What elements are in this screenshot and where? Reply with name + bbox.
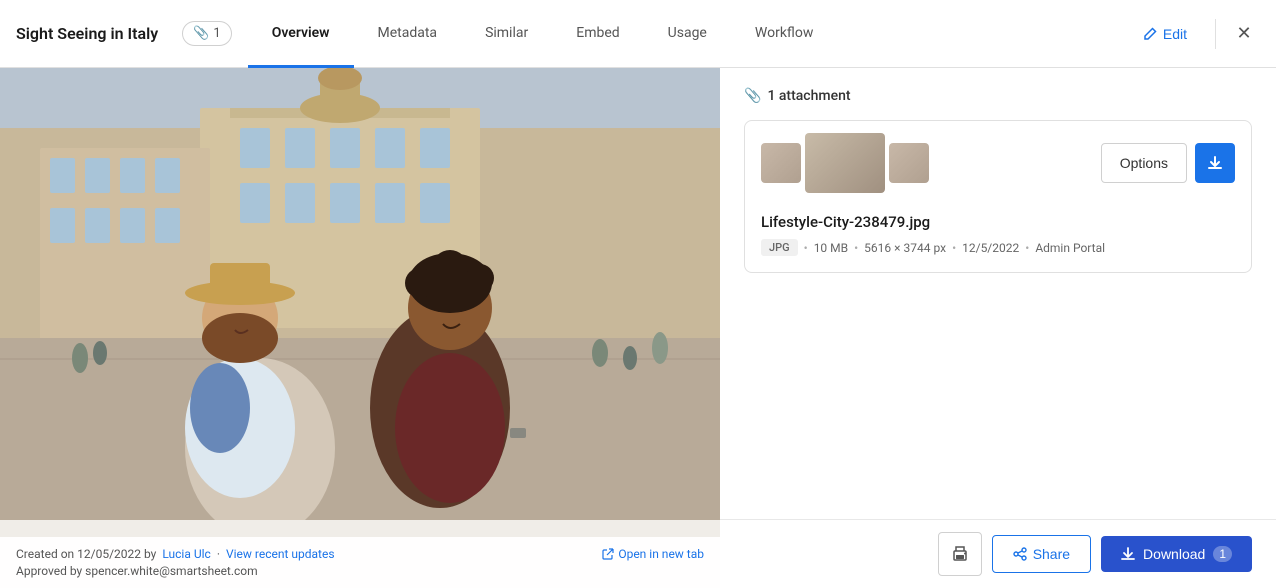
main-content: Created on 12/05/2022 by Lucia Ulc · Vie… [0,68,1276,588]
download-count: 1 [1213,546,1232,562]
attachment-icon: 📎 [744,88,761,104]
attachment-meta: JPG • 10 MB • 5616 × 3744 px • 12/5/2022… [761,239,1235,256]
options-button[interactable]: Options [1101,143,1187,183]
attachment-card: Options Lifestyle-City-238479.jpg JPG • … [744,120,1252,273]
attachment-count-label: 1 attachment [767,88,850,104]
tab-bar: Overview Metadata Similar Embed Usage Wo… [248,0,1127,67]
tab-overview[interactable]: Overview [248,1,354,68]
source: Admin Portal [1035,241,1105,255]
header: Sight Seeing in Italy 📎 1 Overview Metad… [0,0,1276,68]
tab-similar[interactable]: Similar [461,1,552,68]
separator: · [217,547,220,561]
image-panel: Created on 12/05/2022 by Lucia Ulc · Vie… [0,68,720,588]
thumbnail-strip [761,133,929,193]
tab-usage[interactable]: Usage [644,1,731,68]
download-icon-button[interactable] [1195,143,1235,183]
image-footer: Created on 12/05/2022 by Lucia Ulc · Vie… [0,537,720,588]
divider [1215,19,1216,49]
print-button[interactable] [938,532,982,576]
share-button[interactable]: Share [992,535,1091,573]
edit-icon [1143,27,1157,41]
main-image [0,68,720,520]
open-new-tab-icon [602,548,614,560]
attachment-pin-icon: 📎 [193,26,209,41]
page-title: Sight Seeing in Italy [16,24,158,43]
thumb-right [889,143,929,183]
attachment-count: 1 [213,26,220,41]
header-actions: Edit ✕ [1127,18,1260,50]
tab-metadata[interactable]: Metadata [354,1,462,68]
attachment-info: Lifestyle-City-238479.jpg JPG • 10 MB • … [745,205,1251,272]
share-icon [1013,547,1027,561]
format-badge: JPG [761,239,798,256]
open-new-tab-link[interactable]: Open in new tab [602,547,704,561]
attachment-badge[interactable]: 📎 1 [182,21,232,46]
tab-workflow[interactable]: Workflow [731,1,838,68]
thumb-left [761,143,801,183]
attachment-card-actions: Options [1101,143,1235,183]
right-panel: 📎 1 attachment Optio [720,68,1276,588]
file-size: 10 MB [814,241,848,255]
download-arrow-icon [1207,155,1223,171]
view-updates-link[interactable]: View recent updates [226,547,335,561]
share-label: Share [1033,546,1070,562]
thumb-main [805,133,885,193]
image-meta-row: Created on 12/05/2022 by Lucia Ulc · Vie… [16,547,704,561]
dimensions: 5616 × 3744 px [864,241,946,255]
created-text: Created on 12/05/2022 by [16,547,156,561]
print-icon [950,544,970,564]
edit-button[interactable]: Edit [1127,20,1203,48]
download-btn-icon [1121,547,1135,561]
approved-text: Approved by spencer.white@smartsheet.com [16,564,258,578]
tab-embed[interactable]: Embed [552,1,643,68]
download-button[interactable]: Download 1 [1101,536,1252,572]
upload-date: 12/5/2022 [962,241,1019,255]
attachment-thumbnail-row: Options [745,121,1251,205]
bottom-actions: Share Download 1 [720,519,1276,588]
attachment-filename: Lifestyle-City-238479.jpg [761,213,1235,231]
close-button[interactable]: ✕ [1228,18,1260,50]
approved-row: Approved by spencer.white@smartsheet.com [16,564,704,578]
download-label: Download [1143,546,1205,562]
attachment-header: 📎 1 attachment [744,88,1252,104]
author-link[interactable]: Lucia Ulc [162,547,211,561]
